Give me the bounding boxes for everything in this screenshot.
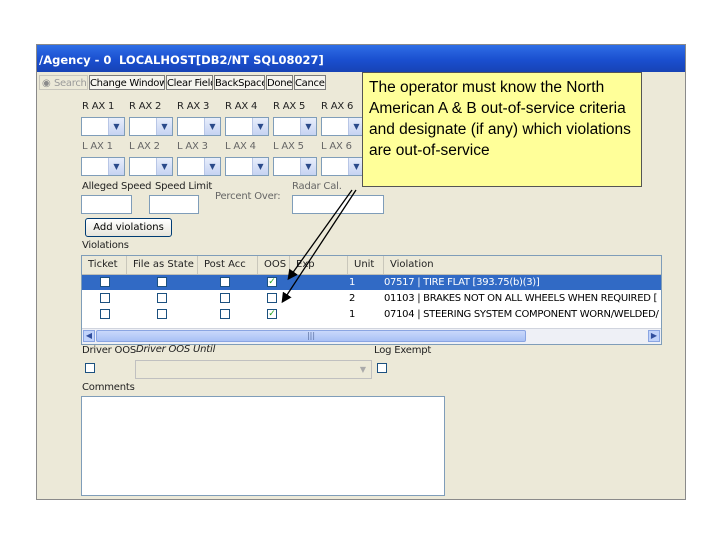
arrow-to-oos-row2 (281, 189, 357, 304)
callout-arrows (281, 189, 357, 304)
arrow-to-oos-row1 (287, 189, 353, 281)
